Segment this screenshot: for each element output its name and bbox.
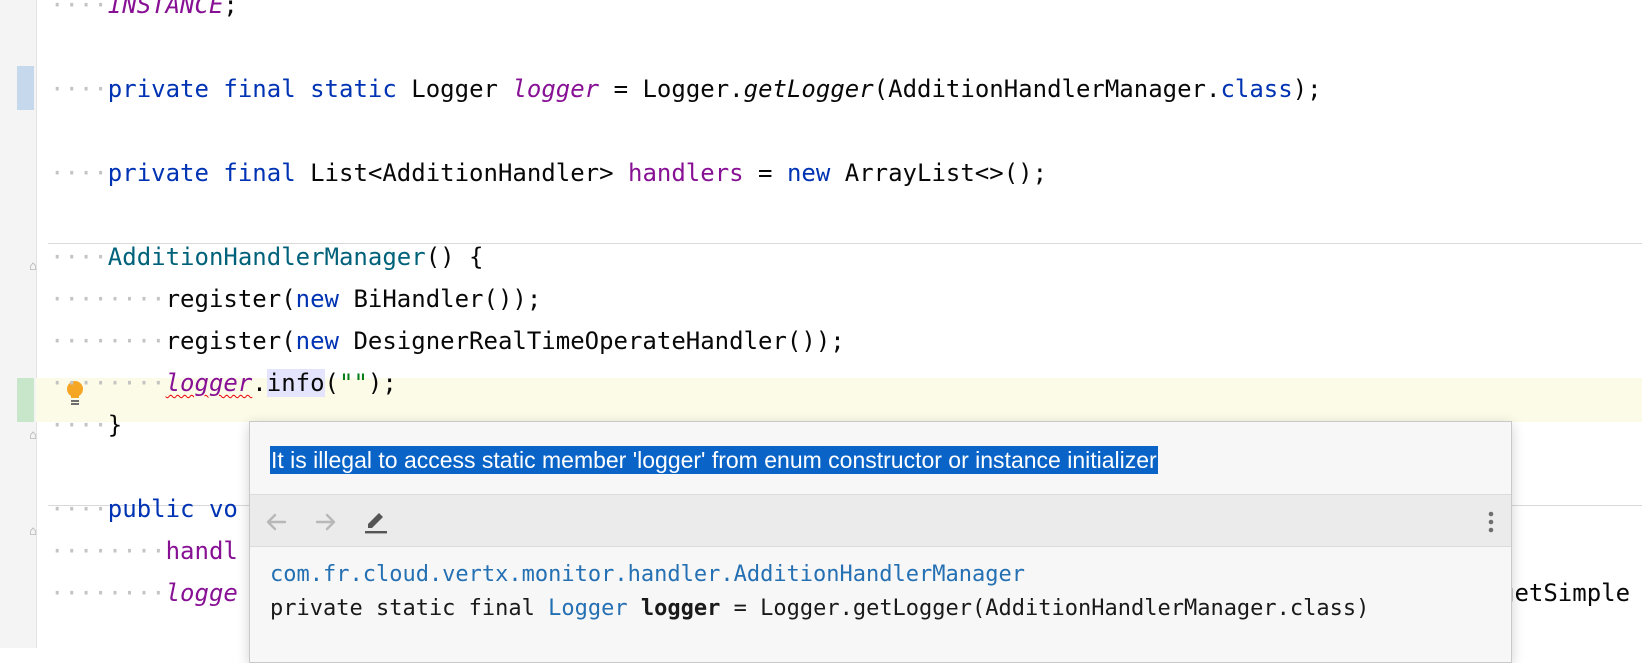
keyword: new <box>295 327 339 355</box>
fold-marker-icon[interactable]: ⌂ <box>26 259 40 275</box>
code-line[interactable]: ········logger.info(""); <box>50 361 397 405</box>
punctuation: ; <box>223 0 238 19</box>
whitespace: ········ <box>50 327 166 355</box>
code-text: ); <box>1292 75 1322 103</box>
edit-pencil-icon[interactable] <box>362 508 390 536</box>
code-line[interactable]: ····} <box>50 403 122 447</box>
editor-gutter <box>0 0 37 648</box>
code-text: = Logger. <box>599 75 744 103</box>
code-line[interactable]: ····INSTANCE; <box>50 0 238 27</box>
punctuation: . <box>252 369 267 397</box>
whitespace: ········ <box>50 369 166 397</box>
keyword: class <box>1220 75 1293 103</box>
whitespace: ···· <box>50 243 108 271</box>
code-line[interactable]: ········register(new DesignerRealTimeOpe… <box>50 319 845 363</box>
method-name[interactable]: info <box>266 369 325 397</box>
code-line[interactable]: ····AdditionHandlerManager() { <box>50 235 483 279</box>
whitespace: ···· <box>50 411 108 439</box>
forward-arrow-icon[interactable] <box>312 508 340 536</box>
code-text: BiHandler()); <box>339 285 542 313</box>
punctuation: ); <box>367 369 397 397</box>
whitespace: ···· <box>50 159 108 187</box>
string-literal[interactable]: "" <box>339 369 368 397</box>
back-arrow-icon[interactable] <box>262 508 290 536</box>
whitespace: ···· <box>50 495 108 523</box>
field-name[interactable]: handlers <box>628 159 744 187</box>
keyword: public <box>107 495 195 523</box>
code-line-tail[interactable]: getSimple <box>1500 571 1630 615</box>
field-name-error[interactable]: logger <box>166 369 253 397</box>
doc-signature-line: private static final Logger logger = Log… <box>270 592 1501 626</box>
whitespace: ···· <box>50 0 108 19</box>
popup-toolbar <box>250 494 1511 547</box>
method-call[interactable]: register( <box>166 327 296 355</box>
class-link[interactable]: com.fr.cloud.vertx.monitor.handler.Addit… <box>270 562 1025 587</box>
type-name[interactable]: Logger <box>411 75 498 103</box>
code-line[interactable]: ········register(new BiHandler()); <box>50 277 541 321</box>
whitespace: ···· <box>50 75 108 103</box>
enum-constant[interactable]: INSTANCE <box>108 0 224 19</box>
doc-text: private static final <box>270 596 549 621</box>
code-line[interactable]: ········handl <box>50 529 238 573</box>
keyword: final <box>223 159 296 187</box>
code-line[interactable]: ····public vo <box>50 487 238 531</box>
keyword: final <box>223 75 296 103</box>
field-name[interactable]: logge <box>166 579 238 607</box>
code-text: () { <box>425 243 484 271</box>
doc-package-line: com.fr.cloud.vertx.monitor.handler.Addit… <box>270 558 1501 592</box>
keyword: private <box>107 159 209 187</box>
method-call[interactable]: register( <box>166 285 296 313</box>
doc-text: = Logger.getLogger(AdditionHandlerManage… <box>720 596 1370 621</box>
vcs-added-marker[interactable] <box>17 378 34 422</box>
code-text: } <box>107 411 123 439</box>
keyword: private <box>107 75 209 103</box>
more-vert-icon[interactable] <box>1477 508 1505 536</box>
type-link[interactable]: Logger <box>548 596 627 621</box>
code-text: DesignerRealTimeOperateHandler()); <box>339 327 845 355</box>
keyword: new <box>295 285 339 313</box>
code-line[interactable]: ····private final static Logger logger =… <box>50 67 1322 111</box>
code-text: = <box>743 159 787 187</box>
vcs-modified-marker[interactable] <box>17 66 34 110</box>
type-name[interactable]: List<AdditionHandler> <box>310 159 613 187</box>
punctuation: ( <box>324 369 339 397</box>
whitespace: ········ <box>50 285 166 313</box>
code-text: (AdditionHandlerManager. <box>873 75 1221 103</box>
error-message[interactable]: It is illegal to access static member 'l… <box>270 446 1158 474</box>
whitespace: ········ <box>50 579 166 607</box>
fold-marker-icon[interactable]: ⌂ <box>26 428 40 444</box>
field-name[interactable]: handl <box>166 537 238 565</box>
field-name[interactable]: logger <box>512 75 599 103</box>
keyword: static <box>310 75 397 103</box>
inspection-popup[interactable]: It is illegal to access static member 'l… <box>249 421 1512 663</box>
code-text: ArrayList<>(); <box>830 159 1048 187</box>
doc-field-name: logger <box>640 596 721 621</box>
whitespace: ········ <box>50 537 166 565</box>
code-line[interactable]: ····private final List<AdditionHandler> … <box>50 151 1047 195</box>
method-name[interactable]: getLogger <box>744 75 874 103</box>
keyword: new <box>786 159 831 187</box>
code-text: vo <box>194 495 238 523</box>
fold-marker-icon[interactable]: ⌂ <box>26 524 40 540</box>
quick-doc: com.fr.cloud.vertx.monitor.handler.Addit… <box>270 558 1501 626</box>
code-text: getSimple <box>1500 579 1631 607</box>
constructor-name[interactable]: AdditionHandlerManager <box>108 243 426 271</box>
code-line[interactable]: ········logge <box>50 571 238 615</box>
